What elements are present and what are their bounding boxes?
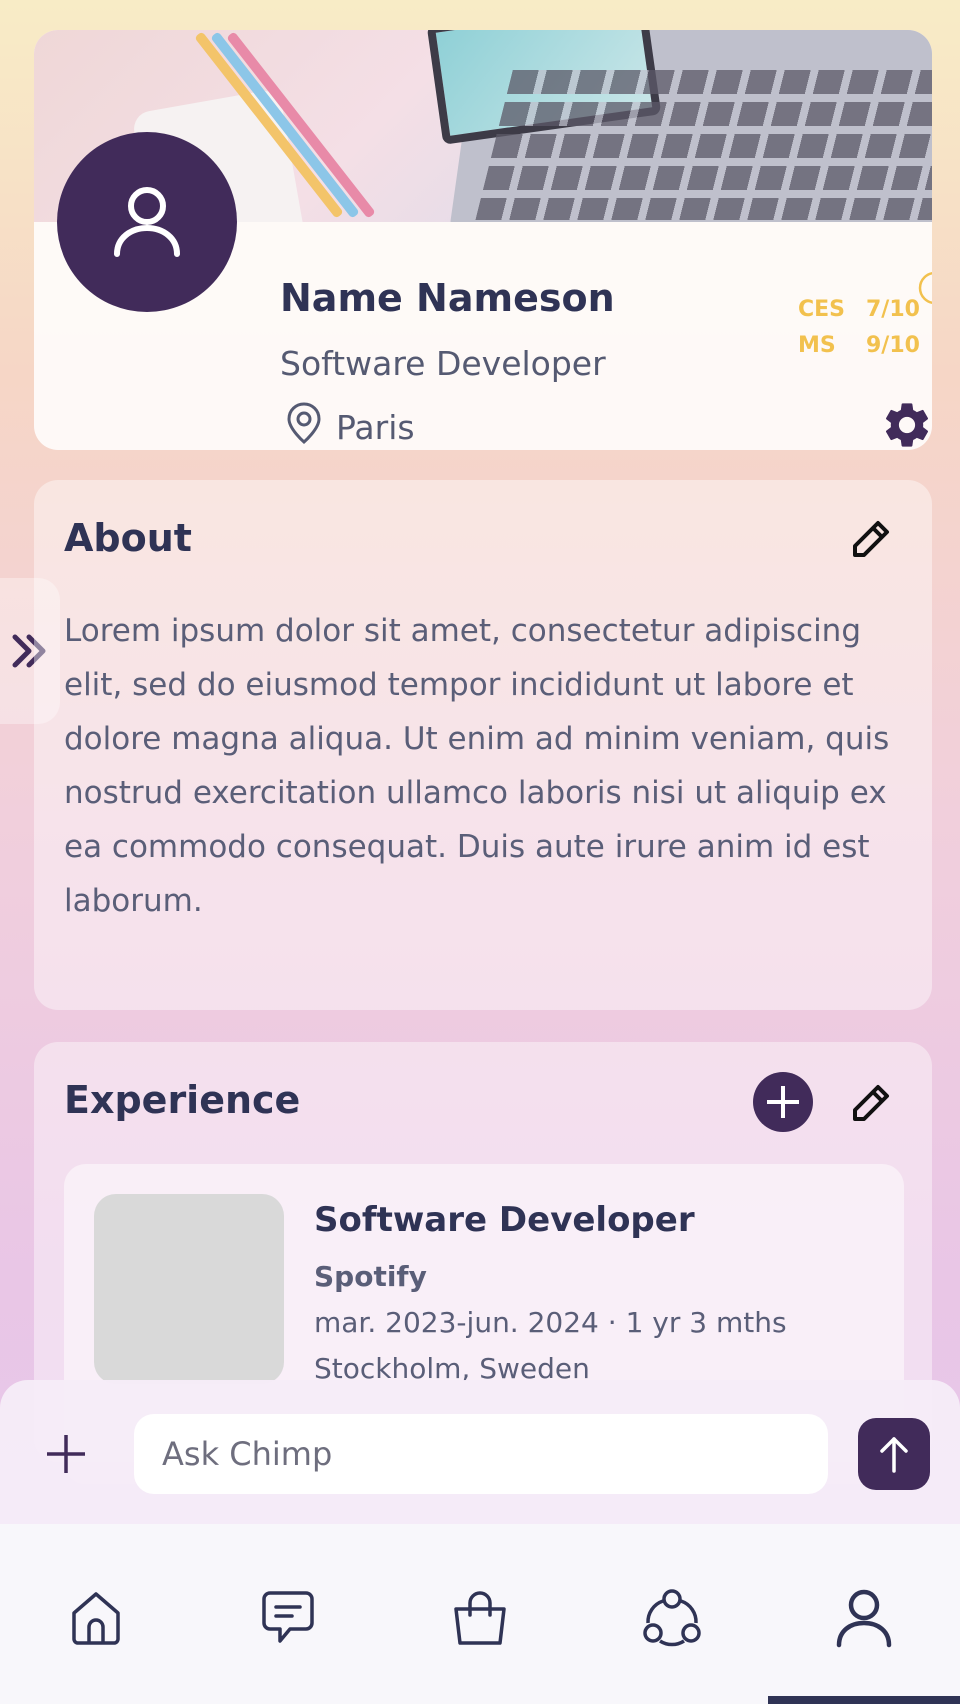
user-icon [114,187,180,257]
active-tab-indicator [768,1696,960,1704]
send-button[interactable] [858,1418,930,1490]
about-text: Lorem ipsum dolor sit amet, consectetur … [64,613,890,919]
score-value: 9/10 [866,333,920,358]
about-heading: About [64,516,192,560]
avatar[interactable] [57,132,237,312]
profile-title: Software Developer [280,344,606,383]
arrow-up-icon [880,1437,908,1473]
profile-name: Name Nameson [280,276,615,320]
profile-location: Paris [286,402,415,450]
score-value: 7/10 [866,297,920,322]
profile-icon[interactable] [824,1578,904,1658]
company-logo [94,1194,284,1384]
add-experience-button[interactable] [753,1072,813,1132]
chat-bar [0,1380,960,1524]
info-icon[interactable] [918,271,932,309]
community-icon[interactable] [632,1578,712,1658]
bottom-nav [0,1524,960,1704]
score-label: MS [798,333,836,358]
experience-role: Software Developer [314,1200,695,1240]
ask-chimp-input[interactable] [134,1414,828,1494]
score-label: CES [798,297,846,322]
home-icon[interactable] [56,1578,136,1658]
experience-company: Spotify [314,1260,427,1293]
shop-icon[interactable] [440,1578,520,1658]
settings-gear-icon[interactable] [880,398,932,450]
location-label: Paris [336,407,415,447]
score-panel: CES 7/10 MS 9/10 [798,292,920,364]
experience-dates: mar. 2023-jun. 2024 · 1 yr 3 mths [314,1306,787,1339]
about-card: About Lorem ipsum dolor sit amet, consec… [34,480,932,1010]
plus-icon [767,1086,799,1118]
experience-heading: Experience [64,1078,301,1122]
chat-attach-plus-icon[interactable] [44,1432,88,1480]
chat-icon[interactable] [248,1578,328,1658]
location-pin-icon [286,402,322,450]
edit-about-pencil-icon[interactable] [850,518,892,564]
edit-experience-pencil-icon[interactable] [850,1082,892,1128]
